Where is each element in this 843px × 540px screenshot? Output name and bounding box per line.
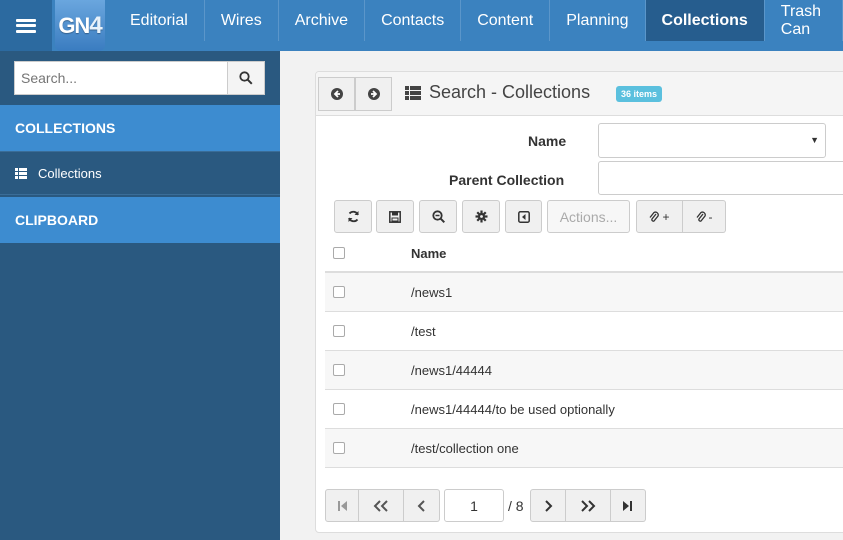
- double-chevron-left-icon: [373, 499, 388, 512]
- nav-item-contacts[interactable]: Contacts: [365, 0, 462, 41]
- panel-title: Search - Collections: [405, 82, 590, 103]
- table-row[interactable]: /news1/44444/to be used optionally: [325, 390, 843, 429]
- table-row[interactable]: /news1/44444: [325, 351, 843, 390]
- column-header-name[interactable]: Name: [411, 246, 446, 261]
- row-name: /news1/44444/to be used optionally: [411, 401, 615, 417]
- chevron-left-icon: [417, 499, 425, 512]
- row-checkbox[interactable]: [333, 364, 345, 376]
- last-page-icon: [623, 500, 633, 511]
- list-icon: [15, 167, 27, 179]
- sidebar-item-collections[interactable]: Collections: [0, 151, 280, 195]
- attach-add-button[interactable]: +: [636, 200, 683, 233]
- row-name: /test: [411, 323, 436, 339]
- select-all-checkbox[interactable]: [333, 247, 345, 259]
- previous-page-button[interactable]: [404, 489, 440, 522]
- zoom-out-icon: [431, 210, 445, 223]
- next-page-button[interactable]: [529, 489, 566, 522]
- row-checkbox[interactable]: [333, 286, 345, 298]
- sidebar-item-label: Collections: [38, 165, 102, 181]
- parent-collection-input[interactable]: [598, 161, 843, 195]
- sidebar-search: [14, 61, 265, 95]
- previous-block-button[interactable]: [359, 489, 404, 522]
- nav-item-planning[interactable]: Planning: [550, 0, 646, 41]
- first-page-button[interactable]: [325, 489, 359, 522]
- sidebar-section-clipboard[interactable]: CLIPBOARD: [0, 197, 280, 243]
- logo-text: GN: [58, 12, 90, 38]
- refresh-icon: [347, 210, 359, 223]
- table-row[interactable]: /test/collection one: [325, 429, 843, 468]
- zoom-button[interactable]: [419, 200, 457, 233]
- back-button[interactable]: [318, 77, 355, 111]
- nav-item-content[interactable]: Content: [461, 0, 551, 41]
- menu-toggle-button[interactable]: [0, 0, 52, 51]
- sidebar: COLLECTIONS Collections CLIPBOARD: [0, 51, 280, 540]
- forward-button[interactable]: [355, 77, 392, 111]
- item-count-badge: 36 items: [616, 86, 663, 102]
- row-checkbox[interactable]: [333, 325, 345, 337]
- grid-header-row: Name: [325, 235, 843, 273]
- attach-remove-button[interactable]: -: [683, 200, 726, 233]
- arrow-right-circle-icon: [367, 88, 380, 100]
- caret-down-icon: ▼: [810, 135, 819, 145]
- row-name: /news1: [411, 284, 453, 300]
- save-button[interactable]: [376, 200, 414, 233]
- parent-collection-label: Parent Collection: [449, 172, 565, 188]
- sidebar-section-collections[interactable]: COLLECTIONS: [0, 105, 280, 151]
- top-nav-bar: GN 4 Editorial Wires Archive Contacts Con…: [0, 0, 843, 51]
- app-logo[interactable]: GN 4: [55, 0, 105, 51]
- nav-item-trash-can[interactable]: Trash Can: [765, 0, 843, 41]
- name-label: Name: [528, 133, 567, 149]
- hamburger-icon: [16, 18, 36, 33]
- row-checkbox[interactable]: [333, 403, 345, 415]
- main-nav: Editorial Wires Archive Contacts Content…: [114, 0, 843, 51]
- list-icon: [405, 85, 421, 100]
- first-page-icon: [337, 500, 347, 511]
- caret-square-left-icon: [517, 210, 530, 223]
- double-chevron-right-icon: [580, 499, 595, 512]
- search-panel: Search - Collections 36 items Name ▼ Par…: [315, 71, 843, 533]
- last-page-button[interactable]: [610, 489, 646, 522]
- attach-add-label: +: [662, 209, 670, 224]
- arrow-left-circle-icon: [330, 88, 343, 100]
- save-icon: [389, 210, 401, 223]
- row-name: /news1/44444: [411, 362, 492, 378]
- actions-button[interactable]: Actions...: [547, 200, 630, 233]
- logo-number: 4: [89, 11, 102, 39]
- search-icon: [239, 71, 253, 85]
- collapse-button[interactable]: [505, 200, 542, 233]
- nav-item-collections[interactable]: Collections: [645, 0, 765, 41]
- search-button[interactable]: [227, 61, 265, 95]
- row-name: /test/collection one: [411, 440, 519, 456]
- attach-remove-label: -: [708, 209, 713, 224]
- name-select[interactable]: ▼: [598, 123, 826, 158]
- settings-button[interactable]: [462, 200, 500, 233]
- search-input[interactable]: [14, 61, 227, 95]
- nav-item-wires[interactable]: Wires: [205, 0, 279, 41]
- results-grid: Name /news1 /test /news1/44444 /news1/44…: [325, 235, 843, 468]
- paperclip-icon: [649, 210, 660, 222]
- nav-item-editorial[interactable]: Editorial: [114, 0, 205, 41]
- paperclip-icon: [695, 210, 706, 222]
- panel-title-text: Search - Collections: [429, 82, 591, 102]
- row-checkbox[interactable]: [333, 442, 345, 454]
- refresh-button[interactable]: [334, 200, 372, 233]
- gear-icon: [475, 210, 487, 223]
- table-row[interactable]: /test: [325, 312, 843, 351]
- chevron-right-icon: [544, 499, 552, 512]
- next-block-button[interactable]: [565, 489, 611, 522]
- page-total: / 8: [508, 497, 524, 514]
- panel-header: Search - Collections 36 items: [316, 72, 843, 116]
- page-number-input[interactable]: 1: [444, 489, 504, 522]
- table-row[interactable]: /news1: [325, 273, 843, 312]
- nav-item-archive[interactable]: Archive: [279, 0, 366, 41]
- pagination: 1 / 8: [325, 489, 646, 522]
